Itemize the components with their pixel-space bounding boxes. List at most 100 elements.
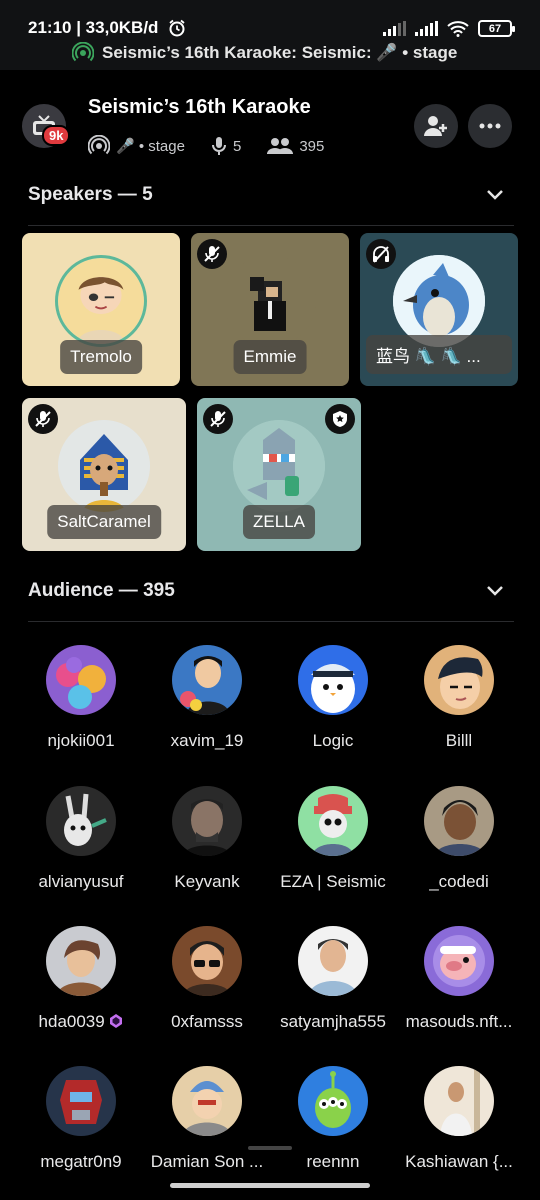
audience-member[interactable]: hda0039 xyxy=(16,926,146,1032)
server-badge: 9k xyxy=(42,125,71,146)
stage-title: Seismic’s 16th Karaoke xyxy=(88,96,311,118)
audience-member[interactable]: masouds.nft... xyxy=(394,926,524,1032)
mic-muted-badge xyxy=(28,404,58,434)
mic-off-icon xyxy=(204,246,220,262)
status-icons: 67 xyxy=(383,20,515,37)
scroll-handle[interactable] xyxy=(248,1146,292,1150)
avatar-image xyxy=(58,420,150,512)
stage-notification[interactable]: Seismic’s 16th Karaoke: Seismic: 🎤 • sta… xyxy=(72,42,457,64)
avatar xyxy=(298,786,368,856)
speaker-card[interactable]: SaltCaramel xyxy=(22,398,186,551)
avatar xyxy=(172,786,242,856)
speaker-name: 蓝鸟 🛝 🛝 ... xyxy=(366,335,512,374)
audience-heading: Audience — 395 xyxy=(28,580,175,601)
avatar xyxy=(46,1066,116,1136)
more-icon xyxy=(479,123,501,129)
avatar xyxy=(172,645,242,715)
audience-member[interactable]: 0xfamsss xyxy=(142,926,272,1032)
member-name: Damian Son ... xyxy=(150,1152,264,1171)
audience-member[interactable]: satyamjha555 xyxy=(268,926,398,1032)
status-bar: 21:10 | 33,0KB/d 67 Seismic’s 16th Karao… xyxy=(0,0,540,70)
speakers-heading: Speakers — 5 xyxy=(28,184,153,205)
audience-member[interactable]: EZA | Seismic xyxy=(268,786,398,892)
cell-signal-icon-2 xyxy=(415,21,438,36)
avatar xyxy=(58,420,150,512)
stage-meta: 🎤 • stage 5 395 xyxy=(88,135,324,157)
avatar-image xyxy=(58,258,144,344)
nitro-gem-icon xyxy=(110,1014,123,1028)
audience-member[interactable]: _codedi xyxy=(394,786,524,892)
member-name: hda0039 xyxy=(16,1012,146,1032)
audience-member[interactable]: Keyvank xyxy=(142,786,272,892)
audience-member[interactable]: njokii001 xyxy=(16,645,146,751)
audience-member[interactable]: megatr0n9 xyxy=(16,1066,146,1172)
member-name: _codedi xyxy=(429,872,489,891)
speaker-card[interactable]: ZELLA xyxy=(197,398,361,551)
avatar xyxy=(424,1066,494,1136)
speaker-card[interactable]: Emmie xyxy=(191,233,349,386)
audience-member[interactable]: Damian Son ... xyxy=(142,1066,272,1172)
speaker-card[interactable]: 蓝鸟 🛝 🛝 ... xyxy=(360,233,518,386)
audience-member[interactable]: alvianyusuf xyxy=(16,786,146,892)
member-name: Logic xyxy=(312,731,354,750)
avatar xyxy=(46,786,116,856)
audience-member[interactable]: Billl xyxy=(394,645,524,751)
microphone-icon xyxy=(211,137,226,155)
member-name: masouds.nft... xyxy=(405,1012,513,1031)
avatar xyxy=(46,926,116,996)
speaker-card[interactable]: Tremolo xyxy=(22,233,180,386)
avatar xyxy=(46,645,116,715)
speaker-count: 5 xyxy=(232,137,242,155)
speaker-name: SaltCaramel xyxy=(47,505,161,539)
member-name: xavim_19 xyxy=(170,731,244,750)
status-time: 21:10 | 33,0KB/d xyxy=(28,18,159,37)
member-name: Billl xyxy=(445,731,473,750)
member-name: 0xfamsss xyxy=(171,1012,243,1031)
headphones-off-icon xyxy=(373,246,389,263)
avatar xyxy=(424,645,494,715)
deafened-badge xyxy=(366,239,396,269)
moderator-badge xyxy=(325,404,355,434)
mic-off-icon xyxy=(35,411,51,427)
alarm-icon xyxy=(169,19,185,37)
audience-member[interactable]: Kashiawan {... xyxy=(394,1066,524,1172)
mic-muted-badge xyxy=(203,404,233,434)
stage-icon xyxy=(88,135,110,155)
member-name: reennn xyxy=(306,1152,360,1171)
avatar xyxy=(424,926,494,996)
member-name: satyamjha555 xyxy=(280,1012,386,1031)
listener-count: 395 xyxy=(299,137,325,155)
stage-live-icon xyxy=(72,42,94,62)
mic-off-icon xyxy=(210,411,226,427)
member-name: Kashiawan {... xyxy=(405,1152,513,1171)
avatar xyxy=(233,420,325,512)
invite-button[interactable] xyxy=(414,104,458,148)
divider xyxy=(28,621,514,622)
audience-member[interactable]: reennn xyxy=(268,1066,398,1172)
avatar xyxy=(298,1066,368,1136)
more-options-button[interactable] xyxy=(468,104,512,148)
chevron-down-icon[interactable] xyxy=(484,183,506,205)
stage-notification-text: Seismic’s 16th Karaoke: Seismic: 🎤 • sta… xyxy=(102,43,458,62)
speaker-name: Emmie xyxy=(233,340,307,374)
home-indicator[interactable] xyxy=(170,1183,370,1188)
avatar xyxy=(424,786,494,856)
audience-member[interactable]: Logic xyxy=(268,645,398,751)
avatar xyxy=(393,255,485,347)
speaker-name: Tremolo xyxy=(60,340,142,374)
users-icon xyxy=(267,138,294,154)
audience-member[interactable]: xavim_19 xyxy=(142,645,272,751)
member-name: alvianyusuf xyxy=(38,872,124,891)
speaker-name: ZELLA xyxy=(243,505,315,539)
divider xyxy=(28,225,514,226)
member-name: megatr0n9 xyxy=(40,1152,122,1171)
battery-icon: 67 xyxy=(478,20,515,37)
member-name: EZA | Seismic xyxy=(280,872,386,891)
avatar xyxy=(298,645,368,715)
cell-signal-icon xyxy=(383,21,406,36)
avatar-image xyxy=(393,255,485,347)
avatar xyxy=(172,1066,242,1136)
avatar xyxy=(172,926,242,996)
chevron-down-icon[interactable] xyxy=(484,579,506,601)
mic-muted-badge xyxy=(197,239,227,269)
